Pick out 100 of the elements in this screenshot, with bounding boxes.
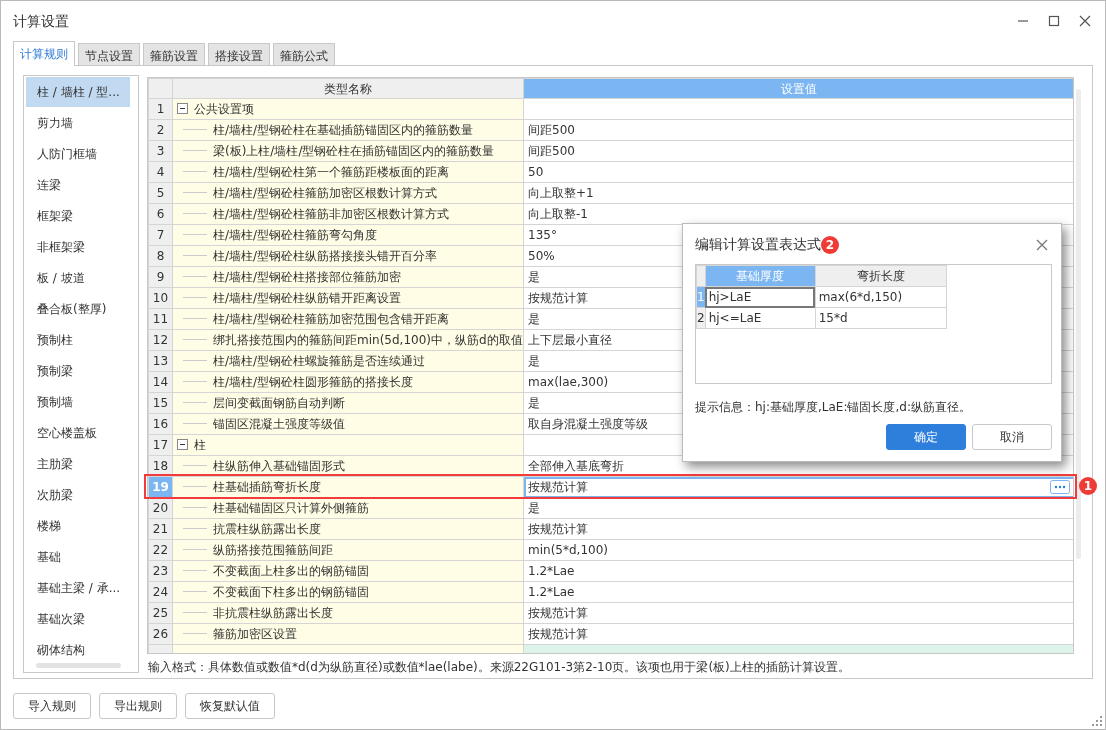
column-header[interactable]: 类型名称 <box>172 78 524 99</box>
row-number[interactable]: 12 <box>148 329 173 351</box>
sidebar-item[interactable]: 次肋梁 <box>26 480 130 510</box>
scrollbar[interactable] <box>1076 89 1081 559</box>
row-number[interactable]: 2 <box>148 119 173 141</box>
row-number[interactable]: 8 <box>148 245 173 267</box>
setting-value: 全部伸入基底弯折 <box>528 459 624 473</box>
setting-name: 不变截面下柱多出的钢筋锚固 <box>213 585 369 599</box>
close-icon[interactable] <box>1077 13 1093 29</box>
header-cell <box>148 78 173 99</box>
resize-grip-icon[interactable] <box>1092 716 1102 726</box>
sidebar-item[interactable]: 楼梯 <box>26 511 130 541</box>
sidebar-item[interactable]: 砌体结构 <box>26 635 130 665</box>
row-number[interactable]: 16 <box>148 413 173 435</box>
header-cell <box>696 265 706 287</box>
more-button[interactable] <box>1050 480 1070 494</box>
action-button[interactable]: 导出规则 <box>99 693 177 719</box>
cancel-button[interactable]: 取消 <box>972 424 1052 450</box>
sidebar-item[interactable]: 人防门框墙 <box>26 139 130 169</box>
action-button[interactable]: 恢复默认值 <box>185 693 275 719</box>
column-header[interactable]: 弯折长度 <box>815 265 947 287</box>
sidebar-item[interactable]: 叠合板(整厚) <box>26 294 130 324</box>
tab[interactable]: 搭接设置 <box>208 43 270 65</box>
row-number[interactable]: 26 <box>148 623 173 645</box>
row-number[interactable]: 5 <box>148 182 173 204</box>
row-number[interactable]: 15 <box>148 392 173 414</box>
sidebar-item[interactable]: 剪力墙 <box>26 108 130 138</box>
setting-value: 是 <box>528 501 540 515</box>
setting-name: 柱/墙柱/型钢砼柱箍筋非加密区根数计算方式 <box>213 207 450 221</box>
setting-value: max(lae,300) <box>528 375 609 389</box>
setting-value: 按规范计算 <box>528 291 588 305</box>
row-number[interactable]: 10 <box>148 287 173 309</box>
setting-value[interactable]: 按规范计算 <box>528 478 588 496</box>
table-cell[interactable]: hj>LaE <box>705 286 816 308</box>
setting-value: 1.2*Lae <box>528 564 575 578</box>
row-number[interactable]: 14 <box>148 371 173 393</box>
setting-name: 柱/墙柱/型钢砼柱第一个箍筋距楼板面的距离 <box>213 165 450 179</box>
row-number[interactable]: 6 <box>148 203 173 225</box>
sidebar-item[interactable]: 基础 <box>26 542 130 572</box>
collapse-icon[interactable] <box>177 103 188 114</box>
scrollbar[interactable] <box>36 663 121 668</box>
table-cell[interactable]: max(6*d,150) <box>815 286 947 308</box>
row-number[interactable]: 23 <box>148 560 173 582</box>
row-number[interactable]: 20 <box>148 497 173 519</box>
setting-value: 按规范计算 <box>528 606 588 620</box>
sidebar-item[interactable]: 空心楼盖板 <box>26 418 130 448</box>
setting-name: 柱基础插筋弯折长度 <box>213 480 321 494</box>
close-icon[interactable] <box>1035 237 1049 252</box>
setting-name: 不变截面上柱多出的钢筋锚固 <box>213 564 369 578</box>
ok-button[interactable]: 确定 <box>886 424 966 450</box>
row-number[interactable]: 3 <box>148 140 173 162</box>
sidebar-item[interactable]: 主肋梁 <box>26 449 130 479</box>
setting-value: 50% <box>528 249 555 263</box>
row-number[interactable]: 25 <box>148 602 173 624</box>
sidebar-item[interactable]: 预制墙 <box>26 387 130 417</box>
row-number[interactable]: 4 <box>148 161 173 183</box>
setting-name: 绑扎搭接范围内的箍筋间距min(5d,100)中，纵筋d的取值 <box>213 333 523 347</box>
row-number[interactable]: 21 <box>148 518 173 540</box>
sidebar-item[interactable]: 连梁 <box>26 170 130 200</box>
row-number[interactable]: 9 <box>148 266 173 288</box>
row-number[interactable]: 2 <box>696 307 706 329</box>
maximize-icon[interactable] <box>1046 13 1062 29</box>
row-number[interactable]: 11 <box>148 308 173 330</box>
sidebar-item[interactable]: 预制柱 <box>26 325 130 355</box>
sidebar-item[interactable]: 框架梁 <box>26 201 130 231</box>
sidebar-item[interactable]: 非框架梁 <box>26 232 130 262</box>
setting-value: 是 <box>528 270 540 284</box>
table-cell[interactable]: 15*d <box>815 307 947 329</box>
sidebar-item[interactable]: 基础主梁 / 承... <box>26 573 130 603</box>
dialog-title: 编辑计算设置表达式 <box>695 235 821 254</box>
tab[interactable]: 箍筋公式 <box>273 43 335 65</box>
row-number[interactable]: 7 <box>148 224 173 246</box>
setting-value: 向上取整+1 <box>528 186 594 200</box>
window-title: 计算设置 <box>13 11 69 31</box>
setting-value: 是 <box>528 396 540 410</box>
action-button[interactable]: 导入规则 <box>13 693 91 719</box>
step-badge: 1 <box>1079 477 1097 495</box>
row-number[interactable]: 22 <box>148 539 173 561</box>
setting-value: 按规范计算 <box>528 627 588 641</box>
setting-name: 梁(板)上柱/墙柱/型钢砼柱在插筋锚固区内的箍筋数量 <box>213 144 495 158</box>
tab[interactable]: 箍筋设置 <box>143 43 205 65</box>
row-number[interactable]: 13 <box>148 350 173 372</box>
setting-value: 是 <box>528 354 540 368</box>
sidebar-item[interactable]: 柱 / 墙柱 / 型... <box>26 77 130 107</box>
row-number[interactable]: 24 <box>148 581 173 603</box>
sidebar-item[interactable]: 预制梁 <box>26 356 130 386</box>
input-format-note: 输入格式：具体数值或数值*d(d为纵筋直径)或数值*lae(labe)。来源22G101-3第2-10页。该项也用于梁(板)上柱的插筋计算设置。 <box>148 659 850 676</box>
tab[interactable]: 计算规则 <box>13 41 75 66</box>
setting-name: 柱/墙柱/型钢砼柱圆形箍筋的搭接长度 <box>213 375 414 389</box>
setting-name: 柱/墙柱/型钢砼柱纵筋搭接接头错开百分率 <box>213 249 438 263</box>
sidebar-item[interactable]: 板 / 坡道 <box>26 263 130 293</box>
table-cell[interactable]: hj<=LaE <box>705 307 816 329</box>
setting-value: 1.2*Lae <box>528 585 575 599</box>
setting-name: 柱/墙柱/型钢砼柱在基础插筋锚固区内的箍筋数量 <box>213 123 474 137</box>
setting-value: 是 <box>528 312 540 326</box>
setting-name: 非抗震柱纵筋露出长度 <box>213 606 333 620</box>
sidebar-item[interactable]: 基础次梁 <box>26 604 130 634</box>
setting-name: 抗震柱纵筋露出长度 <box>213 522 321 536</box>
tab[interactable]: 节点设置 <box>78 43 140 65</box>
collapse-icon[interactable] <box>177 439 188 450</box>
